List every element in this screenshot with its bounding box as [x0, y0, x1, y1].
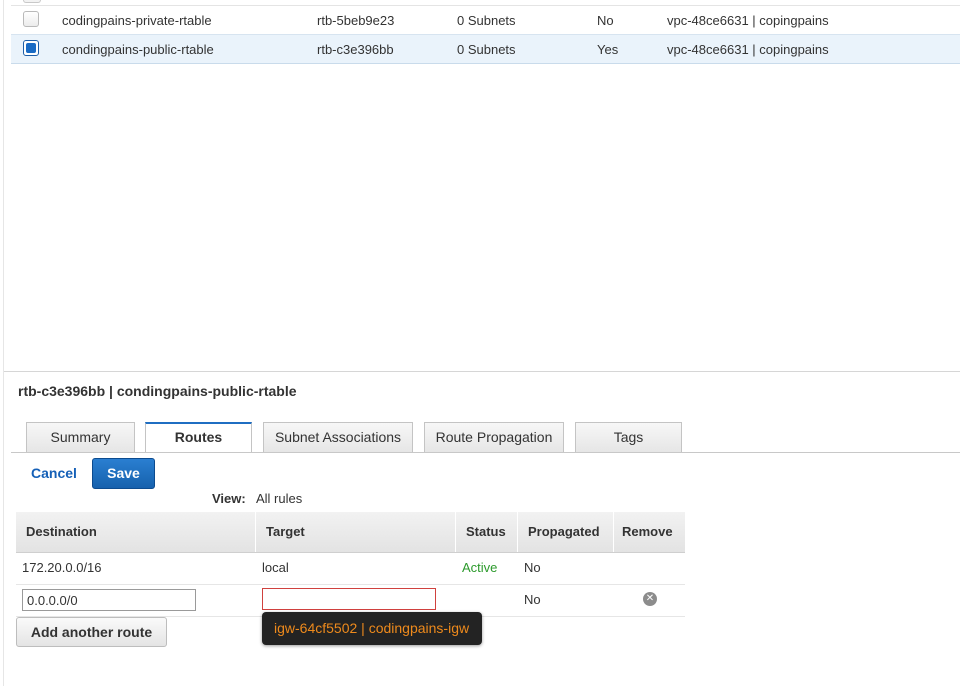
- tab-tags[interactable]: Tags: [575, 422, 682, 452]
- route-table-vpc: vpc-48ce6631 | copingpains: [667, 42, 829, 57]
- view-filter-value[interactable]: All rules: [256, 491, 302, 506]
- column-header-target: Target: [256, 512, 456, 552]
- save-button[interactable]: Save: [92, 458, 155, 489]
- table-row[interactable]: codingpains-private-rtable rtb-5beb9e23 …: [11, 6, 960, 35]
- target-input[interactable]: [262, 588, 436, 610]
- route-propagated: No: [524, 560, 541, 575]
- route-table-associations: 0 Subnets: [457, 13, 516, 28]
- route-table-associations: 0 Subnets: [457, 42, 516, 57]
- pane-left-border: [3, 0, 4, 686]
- pane-divider[interactable]: [4, 371, 960, 372]
- routes-table-header: Destination Target Status Propagated Rem…: [16, 512, 685, 553]
- column-header-status: Status: [456, 512, 518, 552]
- column-header-propagated: Propagated: [518, 512, 614, 552]
- remove-icon[interactable]: ✕: [643, 592, 657, 606]
- table-row: 172.20.0.0/16 local Active No: [16, 552, 685, 585]
- detail-title: rtb-c3e396bb | condingpains-public-rtabl…: [18, 383, 297, 399]
- route-table-main: Yes: [597, 42, 619, 57]
- tabs-baseline: [11, 452, 960, 453]
- route-table-main: No: [597, 13, 614, 28]
- route-table-name: condingpains-public-rtable: [62, 42, 214, 57]
- route-status: Active: [462, 560, 498, 575]
- route-table-name: codingpains-private-rtable: [62, 13, 212, 28]
- row-checkbox-checked[interactable]: [23, 40, 39, 56]
- route-table-id: rtb-c3e396bb: [317, 42, 394, 57]
- row-checkbox-partial[interactable]: [23, 0, 41, 3]
- column-header-remove: Remove: [622, 524, 673, 539]
- view-label: View:: [212, 491, 246, 506]
- table-row-selected[interactable]: condingpains-public-rtable rtb-c3e396bb …: [11, 34, 960, 64]
- tab-summary[interactable]: Summary: [26, 422, 135, 452]
- route-propagated: No: [524, 592, 541, 607]
- tab-route-propagation[interactable]: Route Propagation: [424, 422, 564, 452]
- route-target: local: [262, 560, 289, 575]
- route-table-id: rtb-5beb9e23: [317, 13, 395, 28]
- column-header-destination: Destination: [16, 512, 256, 552]
- destination-input[interactable]: [22, 589, 196, 611]
- route-table-vpc: vpc-48ce6631 | copingpains: [667, 13, 829, 28]
- tab-routes[interactable]: Routes: [145, 422, 252, 453]
- row-checkbox[interactable]: [23, 11, 39, 27]
- cancel-link[interactable]: Cancel: [31, 465, 77, 481]
- route-destination: 172.20.0.0/16: [22, 560, 102, 575]
- tab-subnet-associations[interactable]: Subnet Associations: [263, 422, 413, 452]
- target-suggestion-item[interactable]: igw-64cf5502 | codingpains-igw: [262, 612, 482, 645]
- add-another-route-button[interactable]: Add another route: [16, 617, 167, 647]
